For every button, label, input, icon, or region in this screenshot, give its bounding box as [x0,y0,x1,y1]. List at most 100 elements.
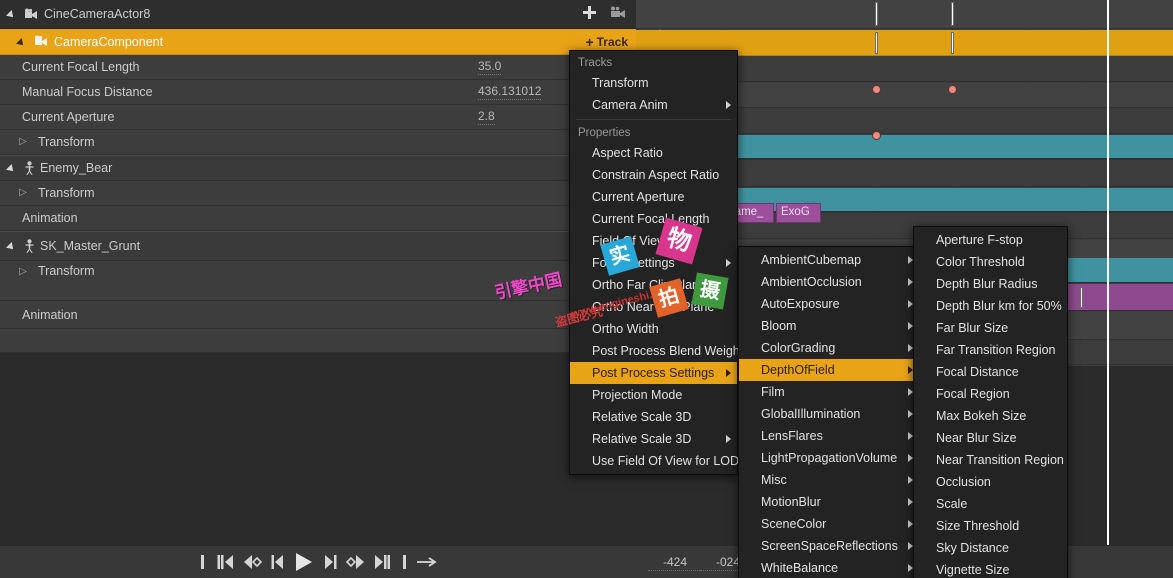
menu-item-camera-anim[interactable]: Camera Anim [570,94,737,116]
menu-item-occlusion[interactable]: Occlusion [914,471,1067,493]
menu-item-motionblur[interactable]: MotionBlur [739,491,919,513]
play-button[interactable] [293,552,315,572]
expand-arrow-icon[interactable] [16,35,30,49]
outliner-row-animation-bear[interactable]: Animation [0,206,636,231]
menu-item-use-field-of-view-for-lod[interactable]: Use Field Of View for LOD [570,450,739,472]
collapse-arrow-icon[interactable]: ▷ [16,186,30,200]
outliner-row-current-focal-length[interactable]: Current Focal Length 35.0 [0,55,636,80]
menu-item-relative-scale-3d-sub[interactable]: Relative Scale 3D [570,428,737,450]
current-aperture-value[interactable]: 2.8 [478,109,495,125]
outliner-row-transform-camera[interactable]: ▷ Transform [0,130,636,155]
loop-button[interactable] [416,554,438,570]
step-back-button[interactable] [270,554,286,570]
outliner-row-cameracomponent[interactable]: CameraComponent + Track [0,29,636,55]
menu-item-vignette-size[interactable]: Vignette Size [914,559,1067,578]
menu-item-aspect-ratio[interactable]: Aspect Ratio [570,142,737,164]
menu-item-aperture-f-stop[interactable]: Aperture F-stop [914,229,1067,251]
outliner-row-transform-grunt[interactable]: ▷ Transform [0,261,636,301]
menu-item-lensflares[interactable]: LensFlares [739,425,919,447]
menu-item-current-focal-length[interactable]: Current Focal Length [570,208,737,230]
menu-item-ambientcubemap[interactable]: AmbientCubemap [739,249,919,271]
expand-arrow-icon[interactable] [6,161,20,175]
timeline-keyframe[interactable] [872,85,881,94]
menu-item-ortho-width[interactable]: Ortho Width [570,318,737,340]
timeline-key-marker[interactable] [951,2,954,26]
menu-item-near-transition-region[interactable]: Near Transition Region [914,449,1067,471]
menu-item-film[interactable]: Film [739,381,919,403]
menu-item-transform[interactable]: Transform [570,72,737,94]
menu-item-sky-distance[interactable]: Sky Distance [914,537,1067,559]
outliner-row-transform-bear[interactable]: ▷ Transform [0,181,636,206]
expand-arrow-icon[interactable] [6,239,20,253]
timeline-key-marker[interactable] [875,2,878,26]
menu-item-depthoffield[interactable]: DepthOfField [739,359,919,381]
timeline-playhead[interactable] [1107,0,1109,545]
timeline-key-marker[interactable] [875,32,878,54]
menu-item-focal-region[interactable]: Focal Region [914,383,1067,405]
collapse-arrow-icon[interactable]: ▷ [16,265,30,279]
outliner-row-label: CameraComponent [54,34,164,49]
current-focal-length-value[interactable]: 35.0 [478,59,502,75]
time-start-field[interactable]: -424 [648,555,702,571]
outliner-row-enemy-bear[interactable]: Enemy_Bear [0,155,636,181]
menu-item-far-transition-region[interactable]: Far Transition Region [914,339,1067,361]
menu-item-current-aperture[interactable]: Current Aperture [570,186,737,208]
menu-item-focal-distance[interactable]: Focal Distance [914,361,1067,383]
menu-item-ambientocclusion[interactable]: AmbientOcclusion [739,271,919,293]
add-track-menu[interactable]: Tracks Transform Camera Anim Properties … [569,50,743,475]
expand-arrow-icon[interactable] [6,7,20,21]
timeline-keyframe[interactable] [872,131,881,140]
menu-item-max-bokeh-size[interactable]: Max Bokeh Size [914,405,1067,427]
timeline-section-chip[interactable]: ExoG [776,203,821,223]
menu-item-scenecolor[interactable]: SceneColor [739,513,919,535]
previous-key-button[interactable] [243,554,263,570]
menu-item-near-blur-size[interactable]: Near Blur Size [914,427,1067,449]
jump-to-start-button[interactable] [199,554,209,570]
next-key-button[interactable] [345,554,365,570]
outliner-row-manual-focus-distance[interactable]: Manual Focus Distance 436.131012 [0,80,636,105]
menu-item-globalillumination[interactable]: GlobalIllumination [739,403,919,425]
menu-item-ortho-far-clip-plane[interactable]: Ortho Far Clip Plane [570,274,737,296]
menu-item-whitebalance[interactable]: WhiteBalance [739,557,919,578]
menu-item-focus-settings[interactable]: Focus Settings [570,252,737,274]
step-forward-button[interactable] [322,554,338,570]
menu-item-bloom[interactable]: Bloom [739,315,919,337]
camera-filter-icon[interactable] [610,6,626,22]
menu-item-size-threshold[interactable]: Size Threshold [914,515,1067,537]
menu-item-post-process-settings[interactable]: Post Process Settings [570,362,737,384]
outliner-row-animation-grunt[interactable]: Animation [0,301,636,329]
menu-item-screenspacereflections[interactable]: ScreenSpaceReflections [739,535,919,557]
post-process-settings-submenu[interactable]: AmbientCubemap AmbientOcclusion AutoExpo… [738,246,920,578]
outliner-actor-header[interactable]: CineCameraActor8 [0,0,636,29]
menu-item-field-of-view[interactable]: Field Of View [570,230,737,252]
menu-item-lightpropagationvolume[interactable]: LightPropagationVolume [739,447,919,469]
depth-of-field-submenu[interactable]: Aperture F-stop Color Threshold Depth Bl… [913,226,1068,578]
menu-item-colorgrading[interactable]: ColorGrading [739,337,919,359]
menu-item-post-process-blend-weight[interactable]: Post Process Blend Weight [570,340,743,362]
timeline-key-marker[interactable] [1080,287,1083,308]
outliner-row-sk-master-grunt[interactable]: SK_Master_Grunt [0,231,636,261]
outliner-row-current-aperture[interactable]: Current Aperture 2.8 [0,105,636,130]
timeline-row-actor-header[interactable] [636,0,1173,29]
manual-focus-distance-value[interactable]: 436.131012 [478,84,542,100]
menu-item-relative-scale-3d[interactable]: Relative Scale 3D [570,406,737,428]
plus-icon[interactable] [583,6,596,22]
menu-item-projection-mode[interactable]: Projection Mode [570,384,737,406]
menu-item-ortho-near-clip-plane[interactable]: Ortho Near Clip Plane [570,296,737,318]
step-back-frames-button[interactable] [216,554,236,570]
menu-item-scale[interactable]: Scale [914,493,1067,515]
collapse-arrow-icon[interactable]: ▷ [16,135,30,149]
menu-item-far-blur-size[interactable]: Far Blur Size [914,317,1067,339]
menu-item-depth-blur-radius[interactable]: Depth Blur Radius [914,273,1067,295]
menu-item-label: Field Of View [592,234,667,248]
menu-item-depth-blur-km-for-50[interactable]: Depth Blur km for 50% [914,295,1067,317]
jump-to-end-button[interactable] [399,554,409,570]
menu-item-color-threshold[interactable]: Color Threshold [914,251,1067,273]
step-forward-frames-button[interactable] [372,554,392,570]
timeline-keyframe[interactable] [948,85,957,94]
timeline-key-marker[interactable] [951,32,954,54]
menu-item-autoexposure[interactable]: AutoExposure [739,293,919,315]
add-track-button[interactable]: + Track [585,35,628,49]
menu-item-constrain-aspect-ratio[interactable]: Constrain Aspect Ratio [570,164,737,186]
menu-item-misc[interactable]: Misc [739,469,919,491]
